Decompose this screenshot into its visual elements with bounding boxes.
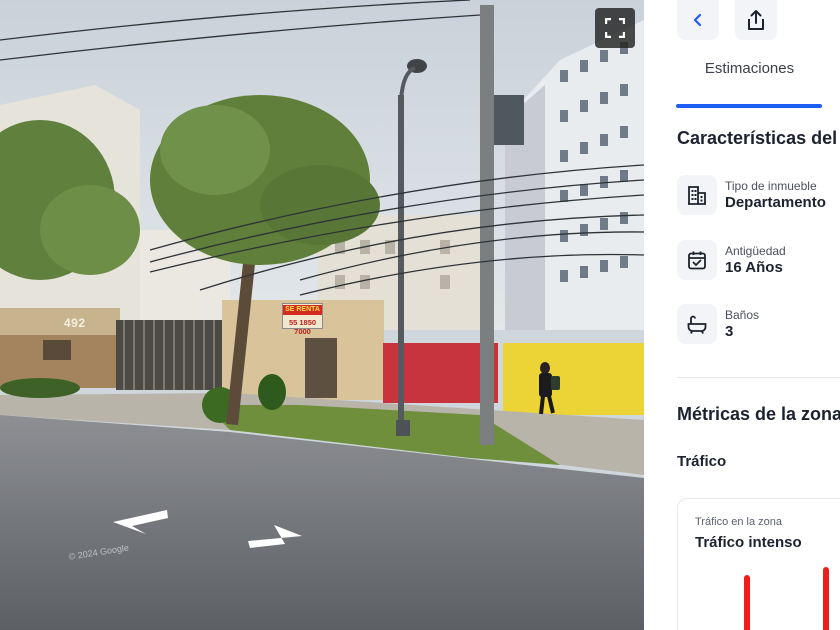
metrics-title: Métricas de la zona <box>677 404 840 424</box>
property-info-panel: Estimaciones Características del Tipo de… <box>644 0 840 630</box>
traffic-card-value: Tráfico intenso <box>695 534 802 551</box>
feature-value: Departamento <box>725 194 826 211</box>
feature-label: Baños <box>725 308 760 322</box>
tab-active-indicator <box>676 104 822 108</box>
feature-label: Antigüedad <box>725 244 786 258</box>
street-view-panorama[interactable]: 492 SE RENTA 55 1850 7000 © 2024 Google <box>0 0 644 630</box>
chevron-left-icon <box>693 13 702 27</box>
tab-estimaciones[interactable]: Estimaciones <box>677 60 822 77</box>
traffic-card-label: Tráfico en la zona <box>695 516 783 528</box>
share-icon <box>748 10 764 30</box>
building-icon <box>677 175 717 215</box>
share-button[interactable] <box>735 0 777 40</box>
rent-sign: SE RENTA 55 1850 7000 <box>282 303 323 336</box>
fullscreen-button[interactable] <box>595 8 635 48</box>
traffic-bar <box>744 575 750 630</box>
house-number: 492 <box>64 316 86 330</box>
characteristics-title: Características del <box>677 128 838 148</box>
traffic-bar <box>823 567 829 630</box>
section-divider <box>677 377 840 378</box>
feature-value: 16 Años <box>725 259 783 276</box>
back-button[interactable] <box>677 0 719 40</box>
rent-sign-phone: 55 1850 7000 <box>288 318 317 336</box>
traffic-title: Tráfico <box>677 453 727 470</box>
feature-label: Tipo de inmueble <box>725 179 817 193</box>
bathtub-icon <box>677 304 717 344</box>
rent-sign-title: SE RENTA <box>283 305 322 315</box>
fullscreen-icon <box>605 18 625 38</box>
calendar-check-icon <box>677 240 717 280</box>
traffic-card: Tráfico en la zona Tráfico intenso <box>677 498 840 630</box>
feature-value: 3 <box>725 323 734 340</box>
